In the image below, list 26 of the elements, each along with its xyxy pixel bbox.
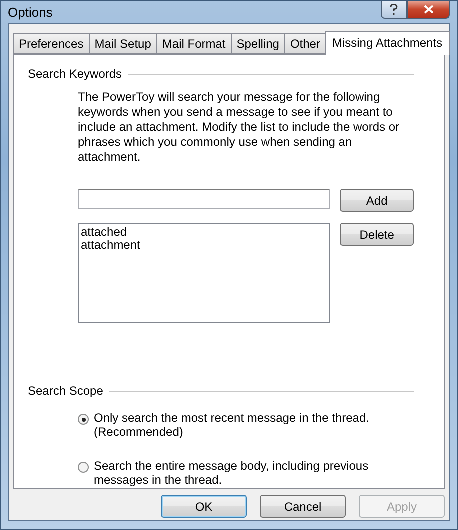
group-heading: Search Keywords <box>28 67 122 81</box>
tab[interactable]: Missing Attachments <box>325 31 450 55</box>
dialog-button[interactable]: OK <box>161 495 247 518</box>
keyword-input[interactable] <box>78 189 330 209</box>
radio-label: Search the entire message body, including previous messages in the thread. <box>94 459 370 487</box>
add-button[interactable]: Add <box>340 189 414 212</box>
help-button[interactable] <box>381 1 407 19</box>
group-heading: Search Scope <box>28 384 104 398</box>
close-button[interactable] <box>407 1 450 19</box>
radio-button[interactable] <box>78 462 89 473</box>
tab[interactable]: Preferences <box>13 33 90 54</box>
radio-label: Only search the most recent message in the thread. (Recommended) <box>94 411 370 439</box>
list-item[interactable]: attached <box>81 226 328 239</box>
tab[interactable]: Other <box>284 33 326 54</box>
tab[interactable]: Mail Setup <box>88 33 158 54</box>
dialog-button[interactable]: Cancel <box>260 495 346 518</box>
tab[interactable]: Mail Format <box>156 33 232 54</box>
help-icon <box>390 4 398 15</box>
window-title: Options <box>8 4 53 20</box>
close-icon <box>424 5 434 14</box>
keyword-list[interactable]: attached attachment <box>78 223 330 323</box>
radio-button[interactable] <box>78 414 89 425</box>
delete-button[interactable]: Delete <box>340 223 414 246</box>
list-item[interactable]: attachment <box>81 239 328 252</box>
description-text: The PowerToy will search your message for the following keywords when you send a message to see if you meant to include an attachment. Modify the list to include the words or phrases which you commonly use when sending an attachment. <box>78 90 401 165</box>
tab[interactable]: Spelling <box>230 33 286 54</box>
